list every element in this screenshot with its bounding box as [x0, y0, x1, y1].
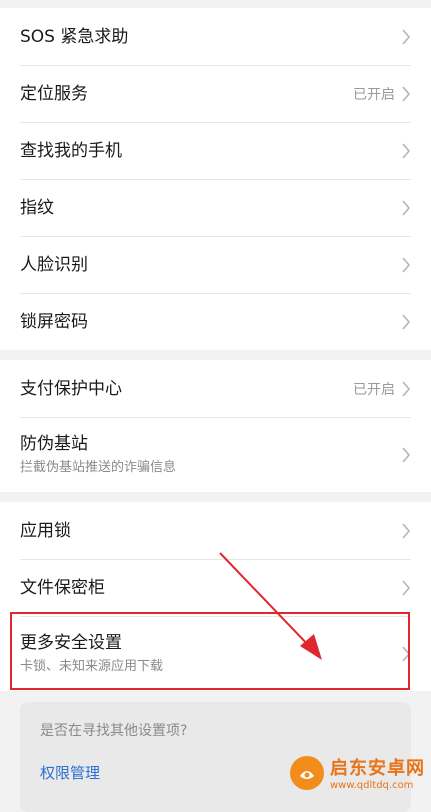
settings-group-device: SOS 紧急求助 定位服务 已开启 查找我的手机 指纹 人脸识别 锁屏密码: [0, 8, 431, 350]
chevron-right-icon: [402, 579, 411, 596]
chevron-right-icon: [402, 28, 411, 45]
settings-group-privacy: 应用锁 文件保密柜 更多安全设置 卡锁、未知来源应用下载: [0, 502, 431, 691]
more-security-settings-item[interactable]: 更多安全设置 卡锁、未知来源应用下载: [0, 616, 431, 691]
chevron-right-icon: [402, 199, 411, 216]
item-label: 更多安全设置: [20, 633, 122, 653]
chevron-right-icon: [402, 522, 411, 539]
item-subtitle: 拦截伪基站推送的诈骗信息: [20, 460, 177, 475]
fake-base-station-item[interactable]: 防伪基站 拦截伪基站推送的诈骗信息: [0, 417, 431, 492]
chevron-right-icon: [402, 142, 411, 159]
item-label: 指纹: [20, 197, 54, 218]
top-spacer: [0, 0, 431, 8]
item-label: 定位服务: [20, 83, 88, 104]
file-safe-item[interactable]: 文件保密柜: [0, 559, 431, 616]
chevron-right-icon: [402, 446, 411, 463]
app-lock-item[interactable]: 应用锁: [0, 502, 431, 559]
payment-protection-item[interactable]: 支付保护中心 已开启: [0, 360, 431, 417]
face-recognition-item[interactable]: 人脸识别: [0, 236, 431, 293]
status-text: 已开启: [353, 86, 395, 103]
item-label: 支付保护中心: [20, 378, 122, 399]
find-my-phone-item[interactable]: 查找我的手机: [0, 122, 431, 179]
watermark: 启东安卓网 www.qdltdq.com: [290, 754, 425, 791]
group-divider: [0, 350, 431, 360]
item-label: 文件保密柜: [20, 577, 105, 598]
chevron-right-icon: [402, 645, 411, 662]
watermark-url: www.qdltdq.com: [330, 780, 414, 791]
chevron-right-icon: [402, 85, 411, 102]
group-divider: [0, 492, 431, 502]
item-label: 防伪基站: [20, 434, 88, 454]
location-service-item[interactable]: 定位服务 已开启: [0, 65, 431, 122]
status-text: 已开启: [353, 381, 395, 398]
chevron-right-icon: [402, 313, 411, 330]
item-label: 应用锁: [20, 520, 71, 541]
lock-screen-password-item[interactable]: 锁屏密码: [0, 293, 431, 350]
watermark-title: 启东安卓网: [330, 758, 425, 779]
watermark-logo-icon: [290, 755, 324, 790]
item-label: 锁屏密码: [20, 311, 88, 332]
settings-group-payment: 支付保护中心 已开启 防伪基站 拦截伪基站推送的诈骗信息: [0, 360, 431, 492]
item-label: 查找我的手机: [20, 140, 122, 161]
chevron-right-icon: [402, 256, 411, 273]
sos-emergency-item[interactable]: SOS 紧急求助: [0, 8, 431, 65]
chevron-right-icon: [402, 380, 411, 397]
fingerprint-item[interactable]: 指纹: [0, 179, 431, 236]
suggestion-question: 是否在寻找其他设置项?: [40, 723, 188, 739]
item-label: SOS 紧急求助: [20, 26, 129, 47]
item-label: 人脸识别: [20, 254, 88, 275]
item-subtitle: 卡锁、未知来源应用下载: [20, 659, 164, 674]
